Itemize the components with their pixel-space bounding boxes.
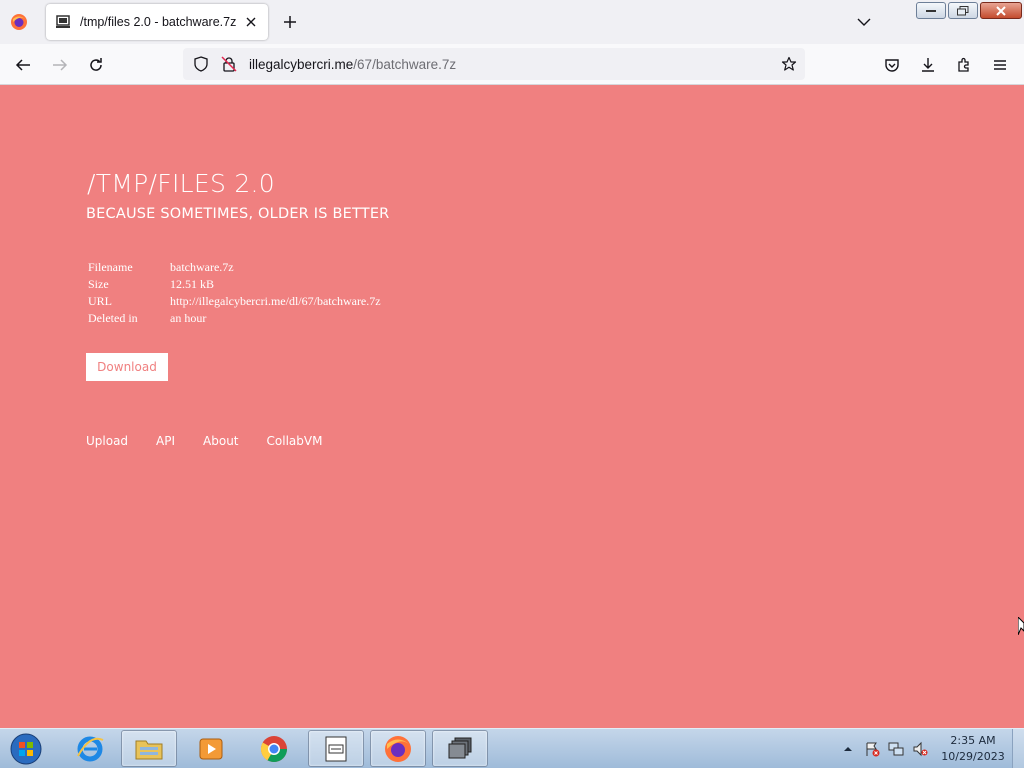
file-info-label: URL — [88, 294, 112, 308]
puzzle-icon — [958, 57, 969, 72]
nav-link-api[interactable]: API — [156, 434, 175, 448]
window-switcher-icon — [448, 737, 472, 758]
clock-time: 2:35 AM — [950, 734, 996, 747]
internet-explorer-icon — [77, 736, 104, 761]
site-subtitle: BECAUSE SOMETIMES, OLDER IS BETTER — [86, 206, 390, 222]
pocket-button[interactable] — [879, 52, 905, 78]
taskbar-app-chrome[interactable] — [246, 730, 302, 767]
file-info-row: Size 12.51 kB — [88, 277, 381, 294]
taskbar-app-media-player[interactable] — [183, 730, 239, 767]
minimize-button[interactable] — [916, 2, 946, 19]
window-controls — [916, 2, 1022, 19]
firefox-icon — [385, 735, 411, 762]
chevron-down-icon — [857, 18, 871, 26]
file-info-table: Filename batchware.7z Size 12.51 kB URL … — [88, 260, 381, 328]
navigation-toolbar: illegalcybercri.me/67/batchware.7z — [0, 44, 1024, 85]
file-info-value: 12.51 kB — [170, 277, 215, 291]
system-tray: 2:35 AM 10/29/2023 — [838, 729, 1024, 768]
file-explorer-icon — [135, 740, 163, 759]
app-menu-button[interactable] — [987, 52, 1013, 78]
back-button[interactable] — [10, 52, 36, 78]
chevron-up-icon — [844, 747, 852, 751]
download-icon — [922, 58, 934, 72]
firefox-view-button[interactable] — [6, 10, 32, 34]
tab-title: /tmp/files 2.0 - batchware.7z — [80, 15, 237, 29]
clock-date: 10/29/2023 — [941, 750, 1005, 763]
extensions-button[interactable] — [951, 52, 977, 78]
site-favicon-icon — [54, 13, 72, 31]
file-info-label: Deleted in — [88, 311, 138, 325]
nav-link-about[interactable]: About — [203, 434, 238, 448]
taskbar-app-internet-explorer[interactable] — [62, 730, 118, 767]
pocket-icon — [885, 59, 899, 72]
download-button[interactable]: Download — [86, 353, 168, 381]
arrow-right-icon — [53, 59, 68, 71]
close-window-button[interactable] — [980, 2, 1022, 19]
show-desktop-button[interactable] — [1012, 729, 1024, 768]
browser-tab[interactable]: /tmp/files 2.0 - batchware.7z — [46, 4, 268, 40]
file-url-value[interactable]: http://illegalcybercri.me/dl/67/batchwar… — [170, 294, 381, 311]
url-path: /67/batchware.7z — [353, 56, 457, 72]
tab-strip: /tmp/files 2.0 - batchware.7z — [0, 0, 1024, 44]
file-info-label: Filename — [88, 260, 133, 274]
reload-button[interactable] — [83, 52, 109, 78]
taskbar-app-file-explorer[interactable] — [121, 730, 177, 767]
action-center-flag-icon[interactable] — [862, 739, 882, 759]
bookmark-star-button[interactable] — [777, 52, 801, 76]
hamburger-menu-icon — [994, 60, 1006, 70]
mouse-cursor-icon — [1018, 617, 1024, 635]
insecure-lock-icon[interactable] — [217, 52, 241, 76]
nav-link-collabvm[interactable]: CollabVM — [267, 434, 323, 448]
site-nav: Upload API About CollabVM — [86, 434, 350, 448]
taskbar-app-document[interactable] — [308, 730, 364, 767]
taskbar: 2:35 AM 10/29/2023 — [0, 728, 1024, 768]
file-info-value: batchware.7z — [170, 260, 234, 274]
windows-start-icon — [10, 733, 42, 765]
firefox-icon — [11, 14, 27, 30]
document-icon — [325, 736, 347, 761]
restore-button[interactable] — [948, 2, 978, 19]
file-info-value: an hour — [170, 311, 207, 325]
arrow-left-icon — [15, 59, 30, 71]
plus-icon — [284, 16, 296, 28]
forward-button[interactable] — [47, 52, 73, 78]
restore-icon — [957, 5, 969, 15]
reload-icon — [90, 58, 102, 71]
tracking-protection-icon[interactable] — [189, 52, 213, 76]
web-page: /TMP/FILES 2.0 BECAUSE SOMETIMES, OLDER … — [0, 85, 1024, 728]
star-icon — [781, 56, 797, 71]
close-icon — [996, 5, 1006, 16]
file-info-row: Filename batchware.7z — [88, 260, 381, 277]
taskbar-app-window-switcher[interactable] — [432, 730, 488, 767]
show-hidden-icons-button[interactable] — [838, 739, 858, 759]
media-player-icon — [199, 738, 223, 759]
address-bar[interactable]: illegalcybercri.me/67/batchware.7z — [183, 48, 805, 80]
downloads-button[interactable] — [915, 52, 941, 78]
network-icon[interactable] — [886, 739, 906, 759]
url-text: illegalcybercri.me/67/batchware.7z — [249, 57, 456, 72]
new-tab-button[interactable] — [280, 12, 300, 32]
list-all-tabs-button[interactable] — [854, 12, 874, 32]
start-button[interactable] — [4, 730, 48, 768]
site-title: /TMP/FILES 2.0 — [87, 169, 276, 198]
system-clock[interactable]: 2:35 AM 10/29/2023 — [934, 733, 1012, 765]
file-info-row: Deleted in an hour — [88, 311, 381, 328]
taskbar-app-firefox[interactable] — [370, 730, 426, 767]
file-info-row: URL http://illegalcybercri.me/dl/67/batc… — [88, 294, 381, 311]
url-host: illegalcybercri.me — [249, 56, 354, 72]
nav-link-upload[interactable]: Upload — [86, 434, 128, 448]
volume-muted-icon[interactable] — [910, 739, 930, 759]
minimize-icon — [926, 9, 936, 12]
close-tab-icon[interactable] — [242, 13, 260, 31]
file-info-label: Size — [88, 277, 109, 291]
chrome-icon — [260, 735, 288, 762]
